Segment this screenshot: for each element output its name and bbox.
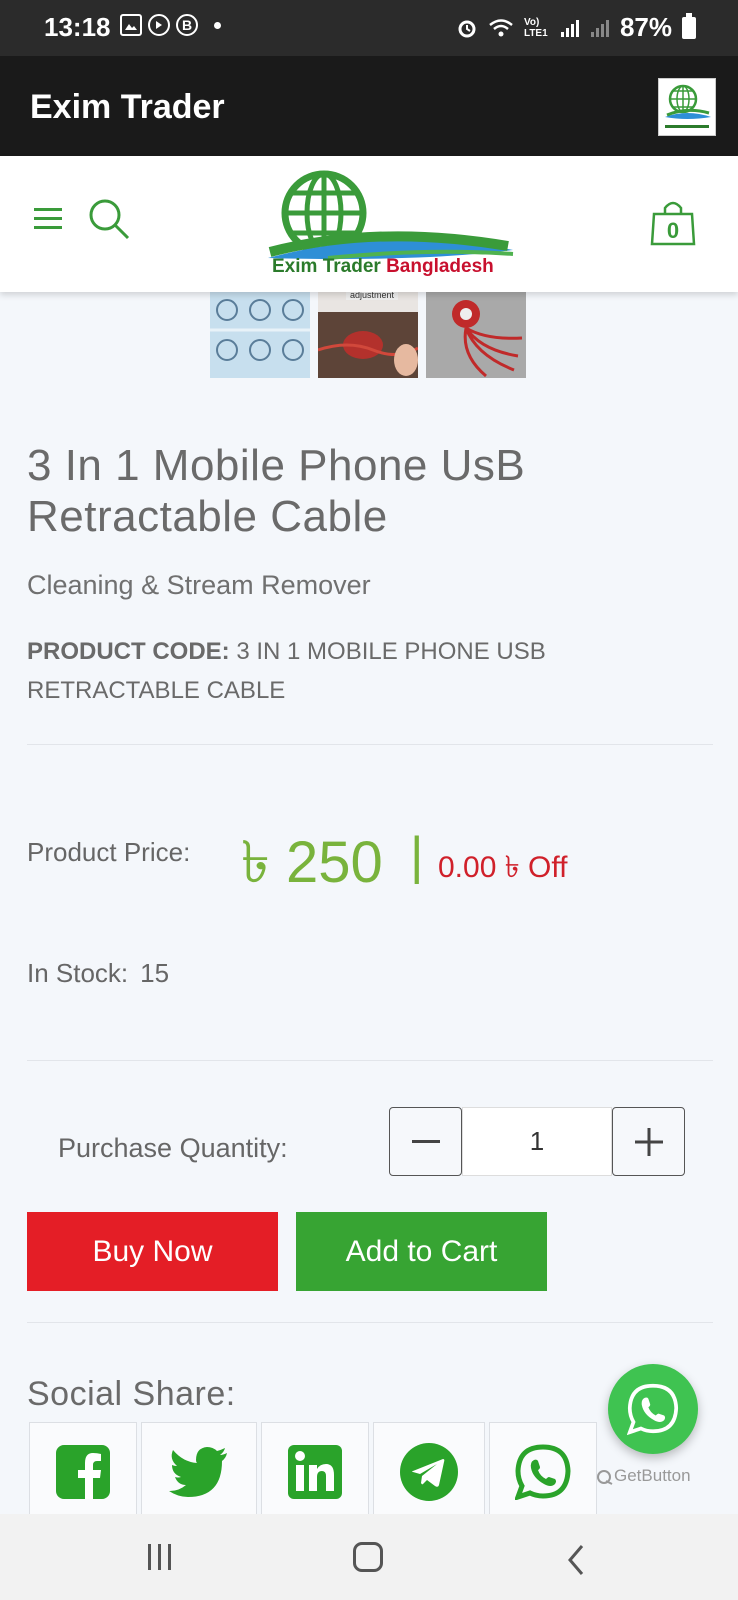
- linkedin-icon: [288, 1445, 342, 1499]
- social-share-buttons: [29, 1422, 597, 1522]
- increase-quantity-button[interactable]: [612, 1107, 685, 1176]
- linkedin-share-button[interactable]: [261, 1422, 369, 1522]
- product-thumbnails: adjustment: [210, 290, 526, 378]
- stock-label: In Stock:: [27, 958, 129, 988]
- volte-icon: Vo) LTE1: [523, 16, 548, 39]
- b-icon: B: [176, 14, 198, 36]
- product-thumbnail[interactable]: [426, 290, 526, 378]
- more-notifications-dot: [214, 21, 221, 29]
- product-thumbnail[interactable]: [210, 290, 310, 378]
- battery-level: 87%: [619, 12, 672, 42]
- discount-text: 0.00 ৳ Off: [438, 851, 568, 884]
- price-value: ৳ 250: [241, 830, 383, 895]
- battery-icon: [682, 12, 696, 39]
- telegram-share-button[interactable]: [373, 1422, 485, 1522]
- divider: [27, 1060, 713, 1061]
- product-subtitle: Cleaning & Stream Remover: [27, 570, 371, 600]
- system-navigation-bar: [0, 1514, 738, 1600]
- wifi-icon: [489, 18, 513, 36]
- status-time: 13:18: [44, 12, 111, 42]
- whatsapp-share-button[interactable]: [489, 1422, 597, 1522]
- stock-value: 15: [140, 958, 170, 988]
- plus-icon: [634, 1127, 663, 1156]
- facebook-share-button[interactable]: [29, 1422, 137, 1522]
- product-thumbnail[interactable]: adjustment: [318, 290, 418, 378]
- decrease-quantity-button[interactable]: [389, 1107, 462, 1176]
- getbutton-icon: [597, 1469, 613, 1485]
- social-share-title: Social Share:: [27, 1375, 236, 1413]
- twitter-icon: [169, 1447, 227, 1497]
- quantity-input[interactable]: [462, 1107, 612, 1176]
- facebook-icon: [56, 1445, 110, 1499]
- minus-icon: [411, 1139, 440, 1143]
- search-icon[interactable]: [86, 196, 132, 242]
- app-bar: Exim Trader: [0, 56, 738, 156]
- price-label: Product Price:: [27, 837, 191, 867]
- gallery-icon: [120, 14, 142, 36]
- play-icon: [148, 14, 170, 36]
- status-bar: 13:18 B Vo) LTE1 87%: [0, 0, 738, 56]
- twitter-share-button[interactable]: [141, 1422, 257, 1522]
- back-icon[interactable]: [566, 1544, 586, 1576]
- site-header: Exim Trader Bangladesh 0: [0, 156, 738, 292]
- whatsapp-icon: [627, 1383, 679, 1435]
- home-button[interactable]: [353, 1542, 383, 1572]
- divider: [27, 1322, 713, 1323]
- system-icons: Vo) LTE1 87%: [456, 12, 696, 43]
- quantity-label: Purchase Quantity:: [58, 1133, 288, 1163]
- telegram-icon: [400, 1443, 458, 1501]
- cart-count: 0: [666, 218, 680, 243]
- add-to-cart-button[interactable]: Add to Cart: [296, 1212, 547, 1291]
- signal-icon: [560, 19, 579, 37]
- app-logo[interactable]: [658, 78, 716, 136]
- whatsapp-chat-button[interactable]: [608, 1364, 698, 1454]
- menu-icon[interactable]: [34, 208, 62, 232]
- getbutton-link[interactable]: GetButton: [596, 1466, 691, 1486]
- app-title: Exim Trader: [30, 88, 225, 126]
- quantity-stepper: [389, 1107, 685, 1176]
- buy-now-button[interactable]: Buy Now: [27, 1212, 278, 1291]
- stock-info: In Stock: 15: [27, 958, 169, 989]
- alarm-icon: [458, 20, 476, 37]
- product-code-label: PRODUCT CODE:: [27, 638, 230, 665]
- brand-name: Exim Trader Bangladesh: [272, 256, 494, 277]
- price-separator: |: [410, 827, 424, 885]
- signal-icon: [590, 19, 609, 37]
- product-code: PRODUCT CODE: 3 IN 1 MOBILE PHONE USB RE…: [27, 632, 627, 710]
- cart-button[interactable]: 0: [650, 198, 696, 248]
- divider: [27, 744, 713, 745]
- product-title: 3 In 1 Mobile Phone UsB Retractable Cabl…: [27, 441, 526, 541]
- whatsapp-icon: [515, 1444, 571, 1500]
- recent-apps-button[interactable]: [148, 1544, 171, 1570]
- notification-icons: B: [120, 14, 221, 36]
